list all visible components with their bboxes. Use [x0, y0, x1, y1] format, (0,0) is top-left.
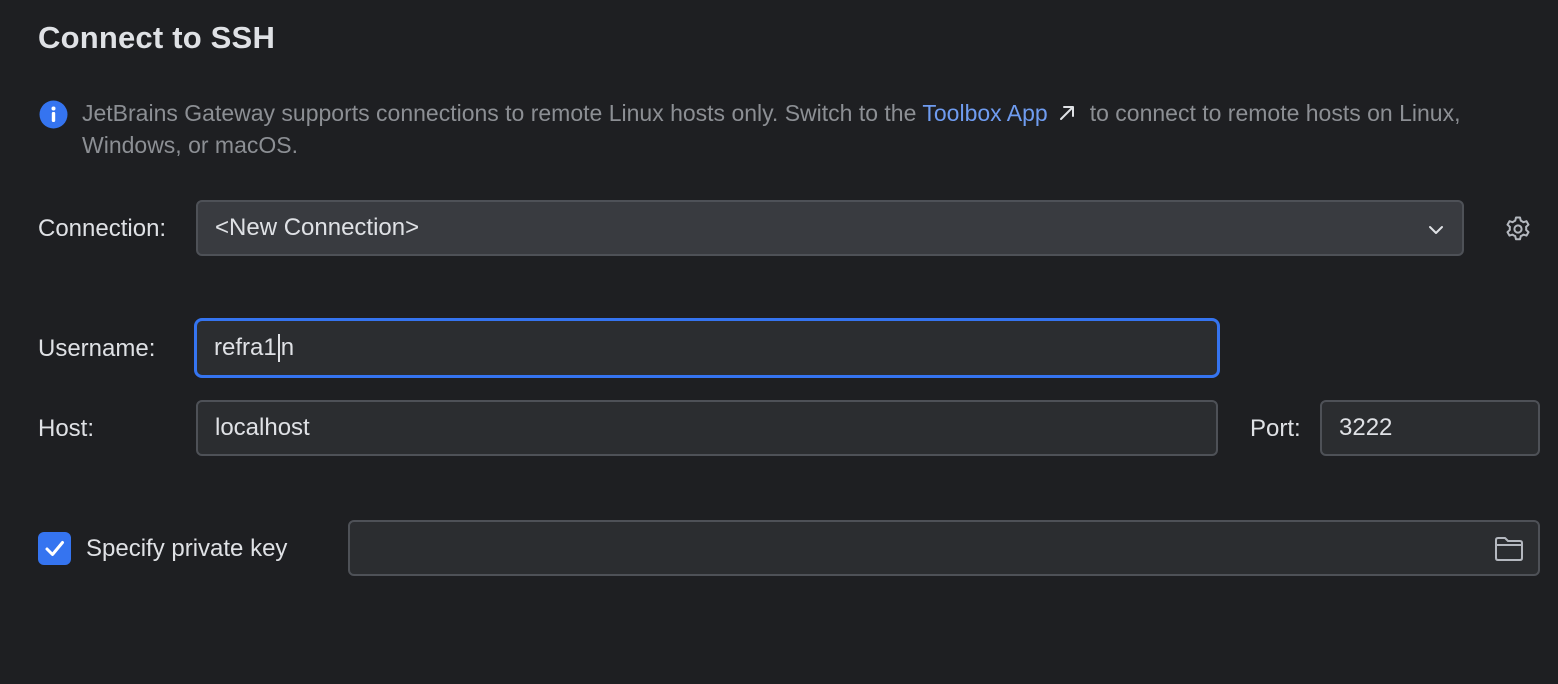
port-value: 3222 [1339, 414, 1393, 441]
page-title: Connect to SSH [38, 20, 276, 55]
connection-selected-value: <New Connection> [215, 214, 420, 241]
specify-private-key-checkbox[interactable] [38, 532, 71, 565]
port-input[interactable]: 3222 [1320, 400, 1540, 456]
host-input[interactable]: localhost [196, 400, 1218, 456]
private-key-path-input[interactable] [348, 520, 1540, 576]
connection-label: Connection: [38, 215, 167, 242]
toolbox-app-link-label: Toolbox App [922, 100, 1048, 126]
folder-icon[interactable] [1494, 535, 1524, 563]
info-icon [39, 100, 68, 129]
host-label: Host: [38, 415, 95, 442]
port-label: Port: [1250, 415, 1301, 442]
external-link-icon [1059, 106, 1074, 120]
linux-only-notice: JetBrains Gateway supports connections t… [82, 97, 1522, 161]
username-value-after-caret: n [280, 334, 295, 361]
gear-icon[interactable] [1504, 215, 1532, 243]
notice-text-before: JetBrains Gateway supports connections t… [82, 100, 917, 126]
text-caret [277, 334, 280, 362]
username-value-before-caret: refra1 [214, 334, 277, 361]
username-input[interactable]: refra1 n [194, 318, 1220, 378]
chevron-down-icon [1429, 226, 1443, 234]
host-value: localhost [215, 414, 310, 441]
checkmark-icon [45, 541, 64, 556]
username-label: Username: [38, 335, 156, 362]
specify-private-key-label[interactable]: Specify private key [86, 535, 287, 563]
connect-to-ssh-panel: Connect to SSH JetBrains Gateway support… [0, 0, 1558, 684]
connection-dropdown[interactable]: <New Connection> [196, 200, 1464, 256]
toolbox-app-link[interactable]: Toolbox App [922, 100, 1089, 126]
